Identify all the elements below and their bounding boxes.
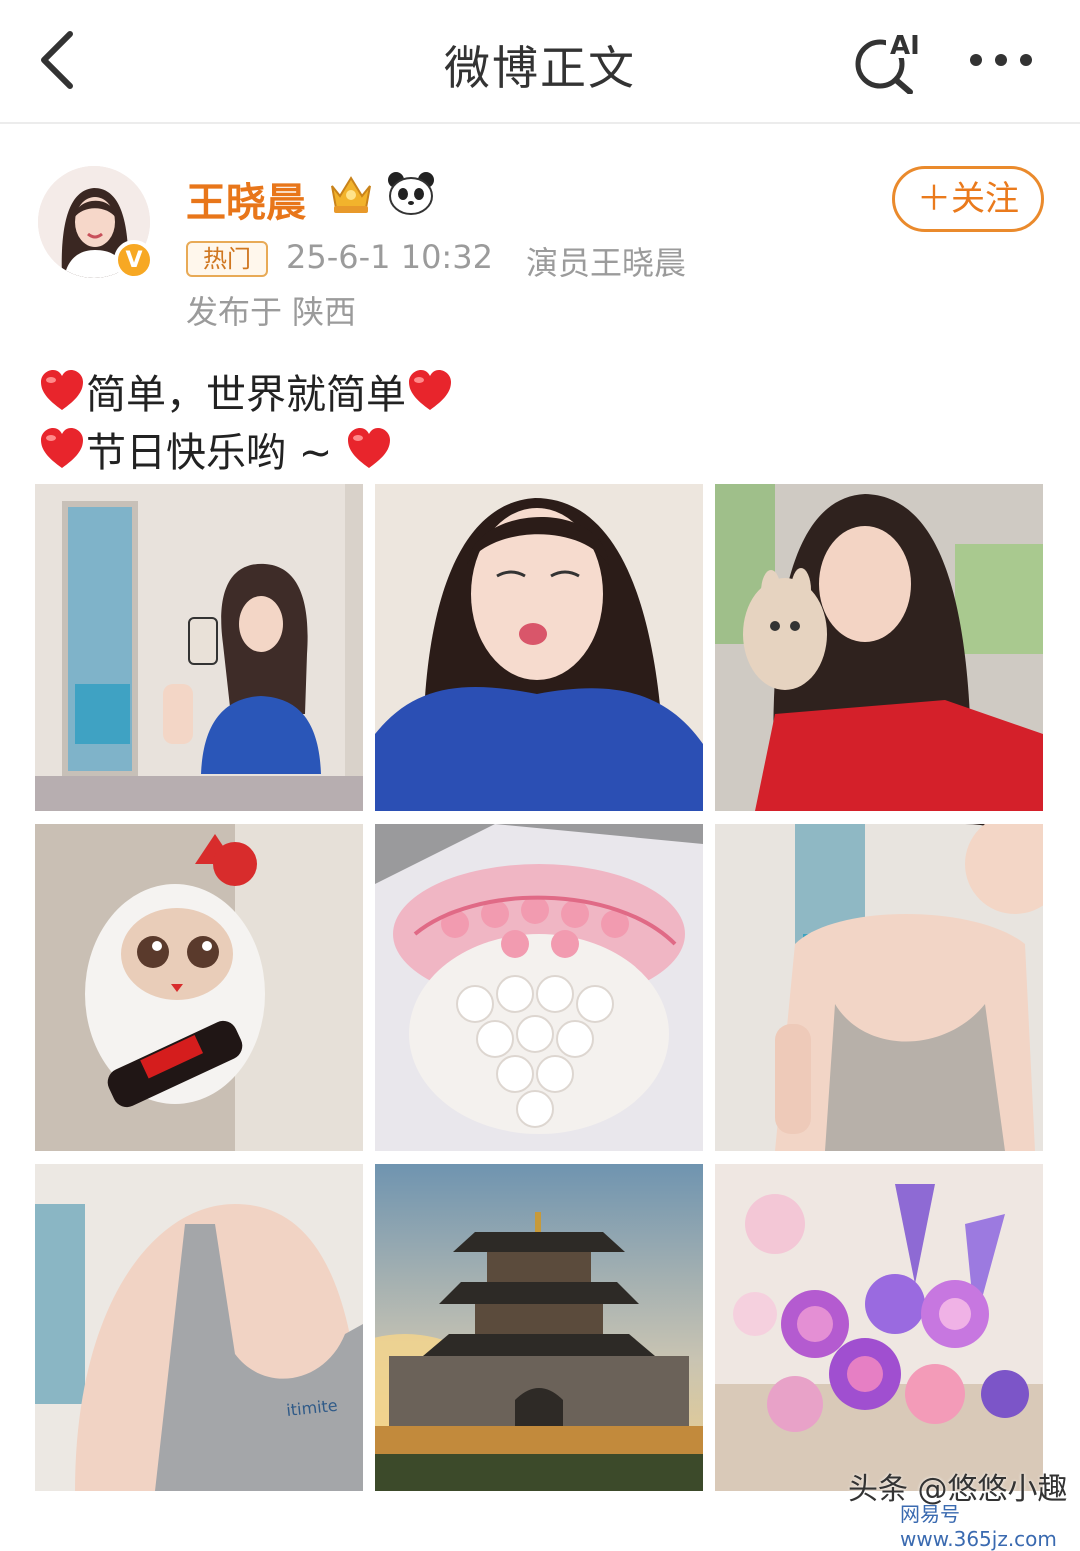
- heart-emoji-icon: [41, 428, 83, 468]
- heart-emoji-icon: [409, 370, 451, 410]
- ai-search-icon[interactable]: AI: [852, 28, 926, 94]
- ai-label: AI: [890, 31, 920, 61]
- post-image-4[interactable]: [35, 824, 363, 1151]
- post-time: 25-6-1 10:32: [286, 238, 493, 276]
- hot-tag-badge: 热门: [186, 241, 268, 277]
- post-text-line-1: 简单，世界就简单: [38, 362, 454, 420]
- verified-badge: V: [114, 240, 154, 280]
- post-image-5[interactable]: [375, 824, 703, 1151]
- post-image-8[interactable]: [375, 1164, 703, 1491]
- post-image-7[interactable]: itimite: [35, 1164, 363, 1491]
- image-grid: itimite: [35, 484, 1045, 1492]
- top-bar: 微博正文 AI: [0, 0, 1080, 124]
- post-image-3[interactable]: [715, 484, 1043, 811]
- post-text-2: 节日快乐哟 ~: [86, 430, 345, 476]
- post-source: 演员王晓晨: [526, 244, 687, 282]
- follow-button[interactable]: ＋关注: [892, 166, 1044, 232]
- post-image-2[interactable]: [375, 484, 703, 811]
- post-text-line-2: 节日快乐哟 ~: [38, 420, 393, 478]
- post-image-1[interactable]: [35, 484, 363, 811]
- vip-crown-icon: [331, 176, 371, 213]
- post-image-9[interactable]: [715, 1164, 1043, 1491]
- panda-icon: [388, 172, 434, 215]
- post-text-1: 简单，世界就简单: [86, 372, 406, 418]
- watermark-sub: 网易号 www.365jz.com: [900, 1502, 1057, 1551]
- post-location: 发布于 陕西: [186, 293, 357, 331]
- author-name[interactable]: 王晓晨: [186, 170, 306, 228]
- post-image-6[interactable]: [715, 824, 1043, 1151]
- more-options-icon[interactable]: [966, 40, 1036, 80]
- author-avatar[interactable]: V: [38, 166, 154, 280]
- heart-emoji-icon: [41, 370, 83, 410]
- heart-emoji-icon: [347, 428, 390, 468]
